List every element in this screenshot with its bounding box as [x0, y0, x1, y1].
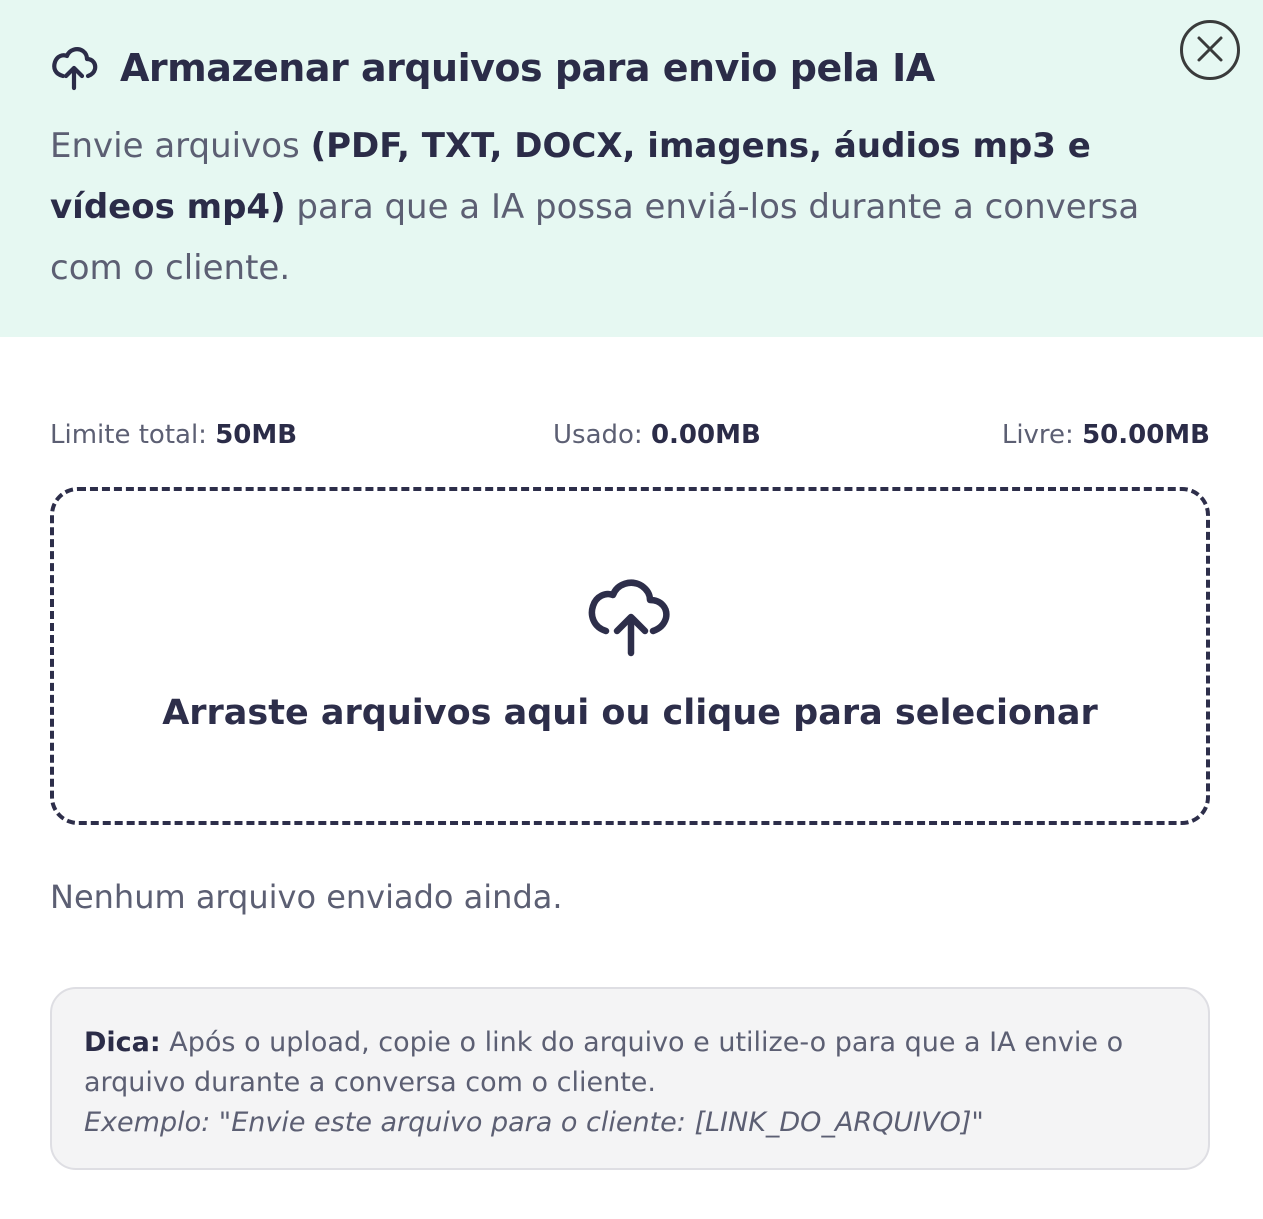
storage-free: Livre: 50.00MB [1002, 420, 1210, 450]
file-dropzone[interactable]: Arraste arquivos aqui ou clique para sel… [50, 487, 1210, 825]
modal-title: Armazenar arquivos para envio pela IA [120, 46, 935, 90]
storage-free-label: Livre: [1001, 420, 1083, 450]
description-prefix: Envie arquivos [50, 126, 311, 166]
storage-used-value: 0.00MB [650, 420, 761, 450]
tip-box: Dica: Após o upload, copie o link do arq… [50, 987, 1210, 1170]
storage-used-label: Usado: [553, 420, 651, 450]
empty-files-message: Nenhum arquivo enviado ainda. [50, 878, 563, 916]
cloud-upload-icon [50, 44, 98, 92]
storage-limit-label: Limite total: [50, 420, 216, 450]
modal-header: Armazenar arquivos para envio pela IA En… [0, 0, 1263, 337]
upload-modal: Armazenar arquivos para envio pela IA En… [0, 0, 1263, 1219]
tip-label: Dica: [84, 1027, 161, 1058]
tip-text: Após o upload, copie o link do arquivo e… [84, 1027, 1124, 1098]
cloud-upload-icon [586, 575, 676, 659]
storage-free-value: 50.00MB [1082, 420, 1210, 450]
storage-limit-value: 50MB [215, 420, 298, 450]
storage-info: Limite total: 50MB Usado: 0.00MB Livre: … [50, 420, 1210, 460]
storage-limit: Limite total: 50MB [50, 420, 297, 450]
storage-used: Usado: 0.00MB [553, 420, 761, 450]
tip-example: Exemplo: "Envie este arquivo para o clie… [84, 1107, 984, 1138]
close-button[interactable] [1180, 20, 1240, 80]
modal-description: Envie arquivos (PDF, TXT, DOCX, imagens,… [50, 116, 1210, 299]
title-row: Armazenar arquivos para envio pela IA [50, 38, 1213, 98]
tip-text-line: Dica: Após o upload, copie o link do arq… [84, 1023, 1176, 1103]
dropzone-label: Arraste arquivos aqui ou clique para sel… [162, 693, 1098, 733]
close-icon [1195, 34, 1225, 67]
